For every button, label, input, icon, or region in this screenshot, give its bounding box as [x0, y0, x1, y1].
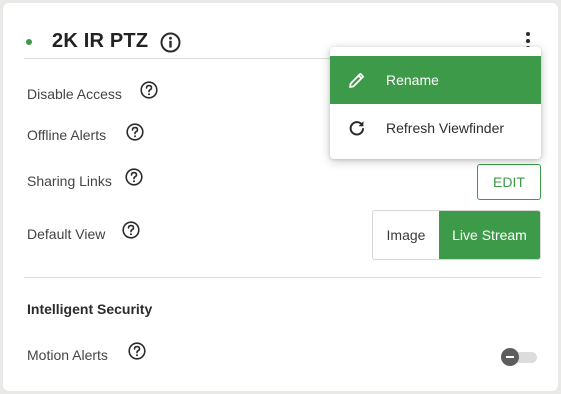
intelligent-security-heading: Intelligent Security — [27, 301, 153, 317]
default-view-option-live-stream[interactable]: Live Stream — [439, 211, 540, 259]
question-circle-icon[interactable] — [126, 123, 144, 141]
question-circle-icon[interactable] — [125, 168, 143, 186]
camera-context-menu: Rename Refresh Viewfinder — [330, 47, 541, 159]
motion-alerts-label: Motion Alerts — [27, 347, 108, 363]
menu-item-label: Refresh Viewfinder — [386, 120, 505, 136]
disable-access-label: Disable Access — [27, 86, 122, 102]
sharing-links-label: Sharing Links — [27, 173, 112, 189]
refresh-icon — [349, 121, 364, 136]
status-indicator-dot — [26, 39, 32, 45]
camera-title: 2K IR PTZ — [52, 30, 149, 52]
pencil-icon — [349, 72, 365, 88]
question-circle-icon[interactable] — [140, 81, 158, 99]
toggle-knob — [501, 348, 519, 366]
menu-item-refresh-viewfinder[interactable]: Refresh Viewfinder — [330, 104, 541, 152]
motion-alerts-toggle[interactable] — [501, 348, 537, 366]
question-circle-icon[interactable] — [128, 342, 146, 360]
menu-item-label: Rename — [386, 72, 439, 88]
info-circle-icon[interactable] — [160, 32, 181, 53]
default-view-segmented-control: Image Live Stream — [372, 210, 541, 260]
default-view-label: Default View — [27, 226, 106, 242]
offline-alerts-label: Offline Alerts — [27, 127, 107, 143]
sharing-links-edit-button[interactable]: EDIT — [477, 164, 541, 200]
question-circle-icon[interactable] — [122, 221, 140, 239]
section-divider — [24, 277, 541, 278]
default-view-option-image[interactable]: Image — [373, 211, 439, 259]
menu-item-rename[interactable]: Rename — [330, 56, 541, 104]
